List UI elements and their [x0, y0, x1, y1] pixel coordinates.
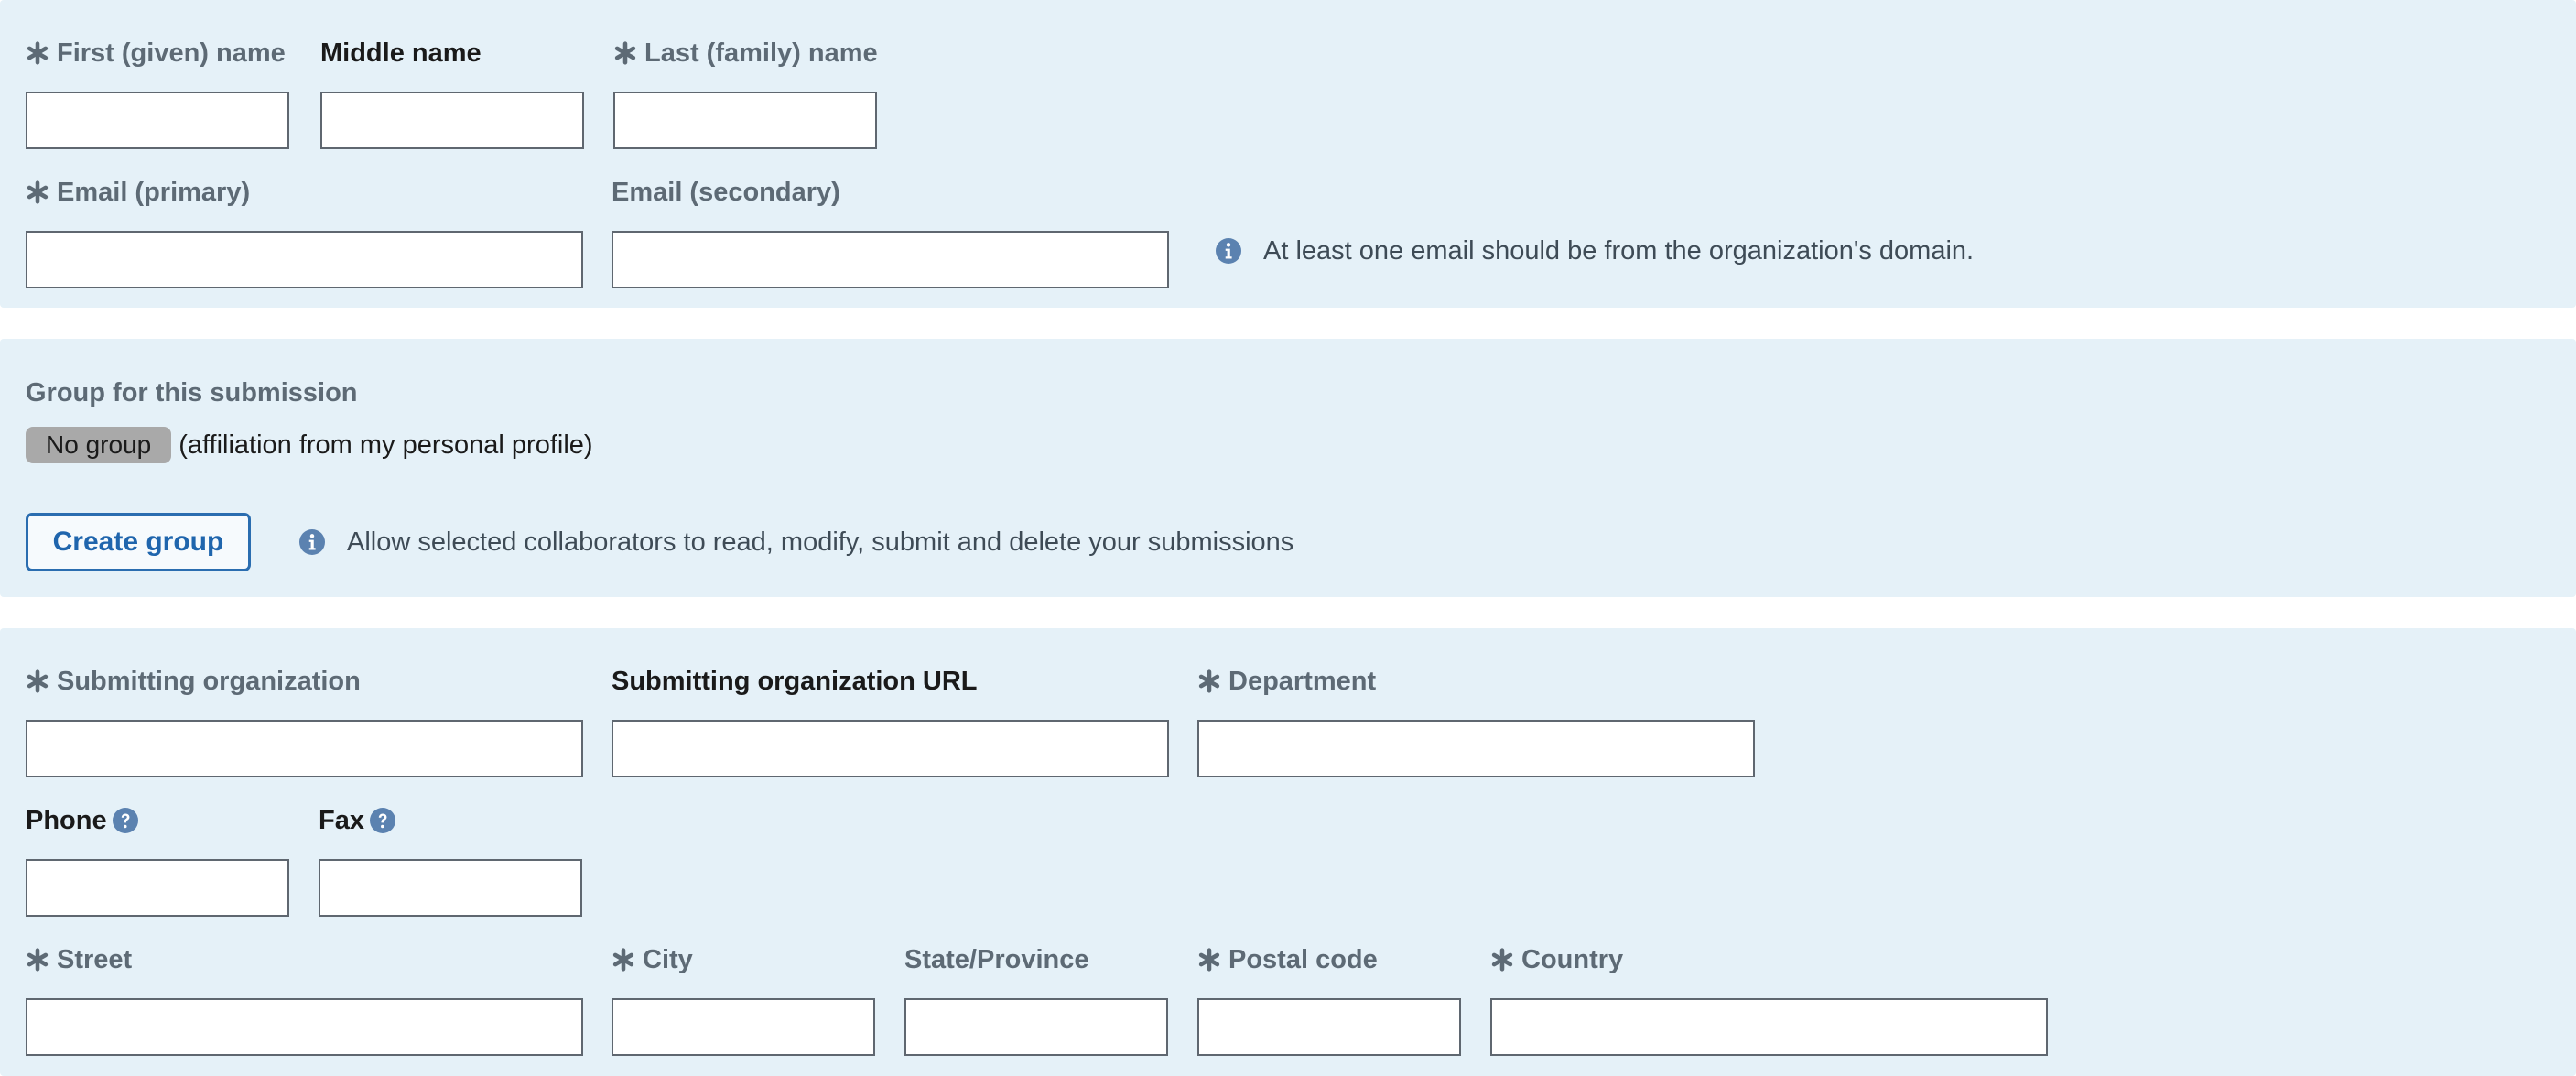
phone-label: Phone	[26, 804, 138, 837]
group-heading-text: Group for this submission	[26, 378, 358, 408]
required-asterisk-icon	[1198, 669, 1220, 693]
submitting-organization-label-text: Submitting organization	[57, 667, 361, 696]
question-circle-icon[interactable]	[369, 808, 395, 833]
required-asterisk-icon	[27, 948, 49, 972]
collaborators-info-note: Allow selected collaborators to read, mo…	[299, 526, 1293, 559]
last-name-label: Last (family) name	[613, 37, 878, 70]
state-province-label-text: State/Province	[904, 945, 1089, 974]
phone-input[interactable]	[26, 859, 289, 917]
department-label: Department	[1197, 665, 1376, 698]
state-province-input[interactable]	[904, 998, 1168, 1056]
department-label-text: Department	[1228, 667, 1377, 696]
middle-name-label: Middle name	[320, 37, 482, 70]
no-group-badge: No group	[26, 427, 172, 463]
required-asterisk-icon	[27, 180, 49, 204]
group-selection-row: No group (affiliation from my personal p…	[26, 427, 593, 463]
email-primary-label-text: Email (primary)	[57, 178, 251, 207]
middle-name-input[interactable]	[320, 92, 584, 149]
street-label-text: Street	[57, 945, 133, 974]
postal-code-label-text: Postal code	[1228, 945, 1378, 974]
first-name-label-text: First (given) name	[57, 38, 286, 68]
organization-url-label-text: Submitting organization URL	[612, 667, 978, 696]
submitting-organization-input[interactable]	[26, 720, 583, 777]
middle-name-label-text: Middle name	[320, 38, 482, 68]
affiliation-note: (affiliation from my personal profile)	[179, 429, 593, 460]
country-label-text: Country	[1521, 945, 1624, 974]
country-input[interactable]	[1490, 998, 2048, 1056]
postal-code-label: Postal code	[1197, 943, 1378, 976]
department-input[interactable]	[1197, 720, 1755, 777]
city-label: City	[612, 943, 693, 976]
city-input[interactable]	[612, 998, 875, 1056]
state-province-label: State/Province	[904, 943, 1088, 976]
street-label: Street	[26, 943, 132, 976]
city-label-text: City	[643, 945, 693, 974]
submitting-organization-label: Submitting organization	[26, 665, 361, 698]
email-secondary-label-text: Email (secondary)	[612, 178, 840, 207]
organization-url-label: Submitting organization URL	[612, 665, 978, 698]
organization-url-input[interactable]	[612, 720, 1169, 777]
required-asterisk-icon	[27, 41, 49, 65]
email-info-text: At least one email should be from the or…	[1263, 235, 1975, 266]
group-heading: Group for this submission	[26, 376, 358, 409]
required-asterisk-icon	[612, 948, 634, 972]
required-asterisk-icon	[27, 669, 49, 693]
required-asterisk-icon	[614, 41, 636, 65]
fax-label-text: Fax	[319, 806, 364, 835]
postal-code-input[interactable]	[1197, 998, 1461, 1056]
email-primary-input[interactable]	[26, 231, 583, 288]
email-secondary-label: Email (secondary)	[612, 176, 840, 209]
street-input[interactable]	[26, 998, 583, 1056]
first-name-input[interactable]	[26, 92, 289, 149]
email-primary-label: Email (primary)	[26, 176, 250, 209]
info-circle-icon	[1216, 238, 1241, 264]
last-name-input[interactable]	[613, 92, 877, 149]
info-circle-icon	[299, 529, 325, 555]
last-name-label-text: Last (family) name	[644, 38, 878, 68]
question-circle-icon[interactable]	[112, 808, 138, 833]
fax-input[interactable]	[319, 859, 582, 917]
phone-label-text: Phone	[26, 806, 107, 835]
required-asterisk-icon	[1198, 948, 1220, 972]
first-name-label: First (given) name	[26, 37, 286, 70]
email-info-note: At least one email should be from the or…	[1216, 234, 1974, 267]
country-label: Country	[1490, 943, 1623, 976]
fax-label: Fax	[319, 804, 395, 837]
email-secondary-input[interactable]	[612, 231, 1169, 288]
required-asterisk-icon	[1491, 948, 1513, 972]
collaborators-info-text: Allow selected collaborators to read, mo…	[347, 527, 1294, 557]
create-group-button[interactable]: Create group	[26, 513, 251, 571]
